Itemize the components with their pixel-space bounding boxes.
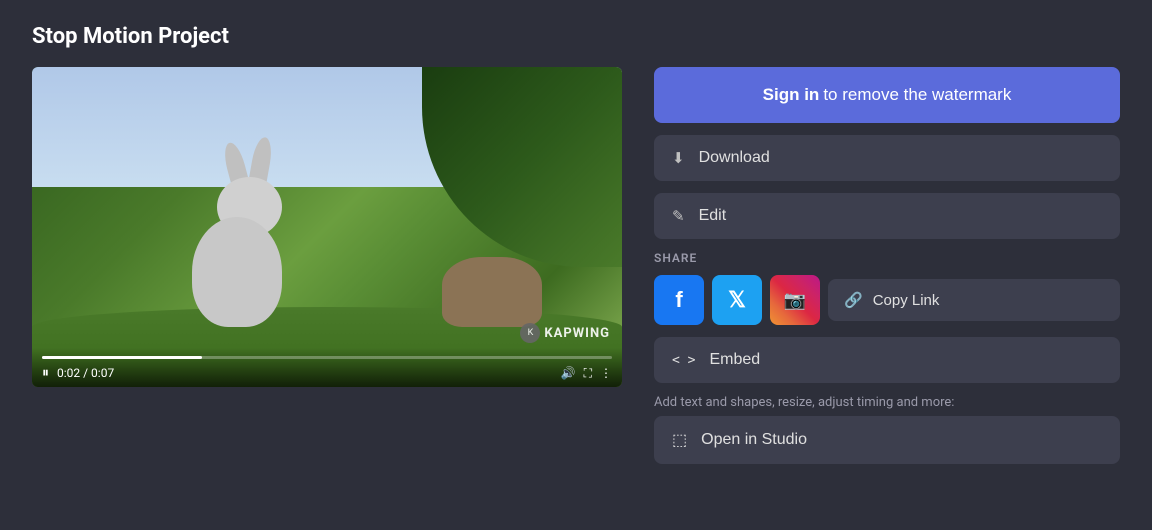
right-panel: Sign in to remove the watermark ⬇ Downlo… — [654, 67, 1120, 506]
share-section: SHARE f 𝕏 📷 🔗 Copy Link — [654, 251, 1120, 325]
share-row: f 𝕏 📷 🔗 Copy Link — [654, 275, 1120, 325]
page-container: Stop Motion Project K KAPWING — [0, 0, 1152, 530]
studio-section: Add text and shapes, resize, adjust timi… — [654, 395, 1120, 464]
facebook-button[interactable]: f — [654, 275, 704, 325]
link-icon: 🔗 — [844, 291, 863, 309]
watermark-icon: K — [520, 323, 540, 343]
video-section: K KAPWING ⏸ 0:02 / 0:07 🔊 ⛶ ⋮ — [32, 67, 622, 506]
volume-icon[interactable]: 🔊 — [561, 366, 576, 380]
embed-button[interactable]: < > Embed — [654, 337, 1120, 383]
studio-hint: Add text and shapes, resize, adjust timi… — [654, 395, 1120, 410]
main-content: K KAPWING ⏸ 0:02 / 0:07 🔊 ⛶ ⋮ — [32, 67, 1120, 506]
embed-label: Embed — [709, 351, 760, 369]
fullscreen-icon[interactable]: ⛶ — [584, 366, 592, 381]
page-title: Stop Motion Project — [32, 24, 1120, 49]
progress-fill — [42, 356, 202, 359]
facebook-icon: f — [675, 287, 682, 313]
open-in-studio-label: Open in Studio — [701, 431, 807, 449]
tree-background — [422, 67, 622, 267]
video-controls: ⏸ 0:02 / 0:07 🔊 ⛶ ⋮ — [32, 348, 622, 387]
edit-icon: ✎ — [672, 207, 685, 225]
time-display: 0:02 / 0:07 — [57, 366, 114, 380]
watermark: K KAPWING — [520, 323, 610, 343]
watermark-text: KAPWING — [544, 326, 610, 341]
open-in-studio-button[interactable]: ⬚ Open in Studio — [654, 416, 1120, 464]
edit-button[interactable]: ✎ Edit — [654, 193, 1120, 239]
controls-row: ⏸ 0:02 / 0:07 🔊 ⛶ ⋮ — [42, 365, 612, 381]
sign-in-rest-text: to remove the watermark — [823, 85, 1011, 105]
more-icon[interactable]: ⋮ — [600, 366, 612, 380]
external-icon: ⬚ — [672, 430, 687, 450]
download-icon: ⬇ — [672, 149, 685, 167]
edit-label: Edit — [699, 207, 727, 225]
sign-in-bold-text: Sign in — [763, 85, 820, 105]
progress-bar[interactable] — [42, 356, 612, 359]
copy-link-button[interactable]: 🔗 Copy Link — [828, 279, 1120, 321]
share-label: SHARE — [654, 251, 1120, 265]
bunny-body — [192, 217, 282, 327]
sign-in-button[interactable]: Sign in to remove the watermark — [654, 67, 1120, 123]
rock-shape — [442, 257, 542, 327]
video-player[interactable]: K KAPWING ⏸ 0:02 / 0:07 🔊 ⛶ ⋮ — [32, 67, 622, 387]
instagram-button[interactable]: 📷 — [770, 275, 820, 325]
instagram-icon: 📷 — [784, 290, 806, 311]
controls-right: 🔊 ⛶ ⋮ — [561, 366, 612, 381]
twitter-icon: 𝕏 — [728, 287, 746, 313]
pause-button[interactable]: ⏸ — [42, 365, 49, 381]
embed-icon: < > — [672, 353, 695, 368]
copy-link-label: Copy Link — [873, 292, 940, 309]
download-label: Download — [699, 149, 770, 167]
twitter-button[interactable]: 𝕏 — [712, 275, 762, 325]
download-button[interactable]: ⬇ Download — [654, 135, 1120, 181]
